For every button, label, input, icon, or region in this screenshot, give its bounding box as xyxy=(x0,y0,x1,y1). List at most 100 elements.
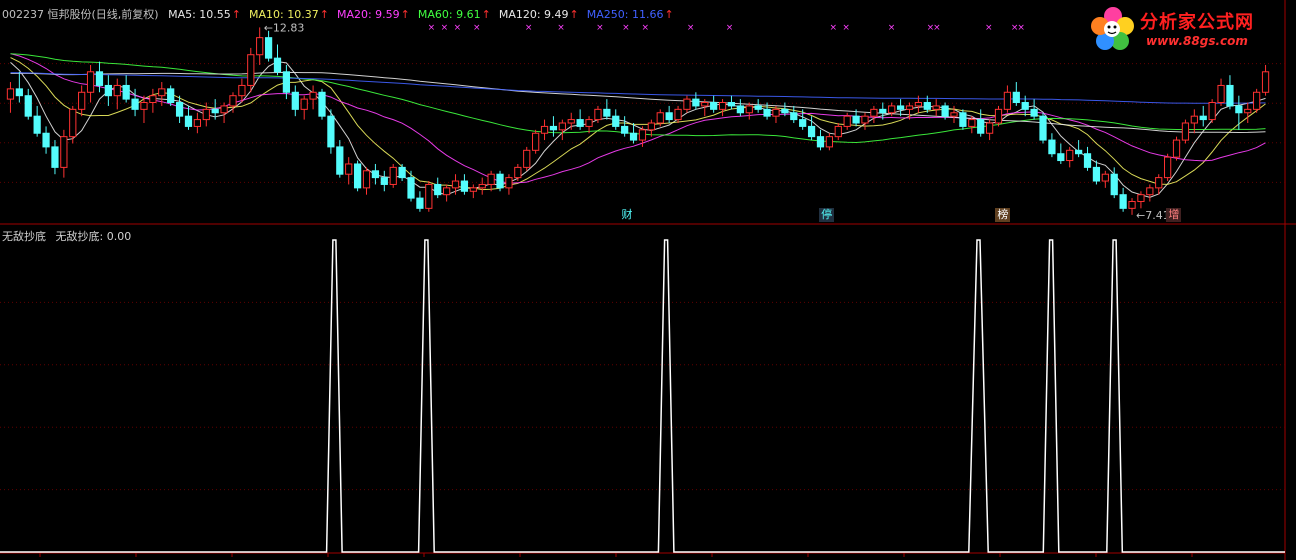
signal-mark: × xyxy=(1017,23,1025,33)
event-tag[interactable]: 停 xyxy=(819,208,835,222)
candle-down xyxy=(175,102,184,117)
candle-down xyxy=(353,163,362,189)
candle-up xyxy=(674,108,682,121)
stock-title: 002237 恒邦股份(日线,前复权) xyxy=(2,8,159,21)
candle-down xyxy=(273,57,282,73)
candle-down xyxy=(665,112,673,121)
candle-down xyxy=(692,98,700,107)
candle-down xyxy=(781,108,789,114)
candle-up xyxy=(638,129,647,141)
candle-up xyxy=(532,132,540,151)
candle-down xyxy=(1110,173,1118,196)
candle-up xyxy=(1217,84,1225,104)
candle-up xyxy=(985,122,994,134)
up-arrow-icon: ↑ xyxy=(231,8,242,21)
signal-mark: × xyxy=(888,23,896,33)
candle-down xyxy=(131,98,139,110)
candle-up xyxy=(389,166,397,185)
candle-up xyxy=(1181,122,1190,141)
candle-up xyxy=(968,119,976,127)
candle-up xyxy=(256,37,264,56)
candle-up xyxy=(745,105,753,114)
candle-down xyxy=(1039,115,1047,141)
candle-up xyxy=(1253,91,1261,110)
candle-down xyxy=(799,119,807,127)
candle-down xyxy=(264,37,273,59)
candle-down xyxy=(549,125,558,131)
candle-down xyxy=(1057,153,1065,162)
candle-up xyxy=(300,98,308,110)
logo-url: www.88gs.com xyxy=(1146,34,1248,48)
candle-down xyxy=(24,95,32,117)
candle-down xyxy=(434,183,442,196)
candle-up xyxy=(1128,201,1136,209)
candle-down xyxy=(763,108,771,117)
candle-down xyxy=(327,115,335,148)
candle-down xyxy=(1235,105,1243,114)
candle-down xyxy=(1030,108,1038,117)
candle-down xyxy=(15,88,23,97)
signal-mark: × xyxy=(596,23,604,33)
logo-title: 分析家公式网 xyxy=(1140,12,1254,33)
event-tag[interactable]: 增 xyxy=(1166,208,1182,222)
candle-down xyxy=(1083,153,1092,168)
ma-label-5: MA250: 11.66 xyxy=(586,8,664,21)
candle-down xyxy=(380,177,388,185)
candle-up xyxy=(451,180,460,189)
candle-down xyxy=(621,125,629,134)
candle-down xyxy=(1119,194,1127,209)
signal-mark: × xyxy=(557,23,565,33)
candle-up xyxy=(1208,102,1216,121)
candle-down xyxy=(496,173,504,189)
candle-up xyxy=(594,108,602,121)
candle-up xyxy=(861,115,869,124)
candle-up xyxy=(772,108,780,117)
candle-up xyxy=(140,102,148,110)
candle-up xyxy=(69,108,77,138)
candle-up xyxy=(478,183,486,189)
candle-up xyxy=(6,88,15,100)
candle-down xyxy=(1226,84,1234,107)
signal-mark: × xyxy=(933,23,941,33)
candle-down xyxy=(33,115,41,134)
candle-down xyxy=(416,197,424,209)
candle-up xyxy=(487,173,495,185)
candle-up xyxy=(1261,71,1270,93)
candle-up xyxy=(1101,173,1109,182)
candle-down xyxy=(211,108,219,114)
ma-line-ma20 xyxy=(10,53,1266,184)
candle-up xyxy=(914,102,923,107)
candle-down xyxy=(318,91,326,117)
candle-up xyxy=(950,112,958,117)
stock-chart: ←12.83 ←7.41 × × × × × × × × × × × × × × × × × × × 002237 恒邦… xyxy=(0,0,1296,560)
candle-down xyxy=(727,102,736,107)
up-arrow-icon: ↑ xyxy=(481,8,491,21)
candle-down xyxy=(1075,149,1083,155)
indicator-line xyxy=(0,239,1285,553)
candle-up xyxy=(86,71,95,93)
candle-down xyxy=(104,84,112,97)
candle-up xyxy=(567,119,575,124)
candle-up xyxy=(78,91,86,110)
candle-up xyxy=(149,95,157,104)
signal-mark: × xyxy=(642,23,650,33)
ma-label-3: MA60: 9.61 xyxy=(417,8,481,21)
candle-up xyxy=(238,84,246,97)
candle-up xyxy=(656,112,664,124)
flower-icon xyxy=(1091,7,1134,50)
candle-down xyxy=(710,102,718,110)
candle-down xyxy=(896,105,905,110)
candle-up xyxy=(505,177,513,189)
candle-up xyxy=(1164,156,1172,179)
event-tag[interactable]: 财 xyxy=(619,208,635,222)
candle-down xyxy=(460,180,469,192)
event-tag[interactable]: 榜 xyxy=(995,208,1011,222)
price-panel-header: 002237 恒邦股份(日线,前复权) MA5: 10.55↑ MA10: 10.… xyxy=(2,6,688,22)
candle-up xyxy=(443,187,451,196)
candle-down xyxy=(576,119,584,127)
indicator-value: 无敌抄底: 0.00 xyxy=(55,230,132,243)
candle-up xyxy=(585,119,593,127)
candle-up xyxy=(701,102,709,107)
candle-down xyxy=(407,177,415,199)
ma-label-1: MA10: 10.37 xyxy=(249,8,319,21)
